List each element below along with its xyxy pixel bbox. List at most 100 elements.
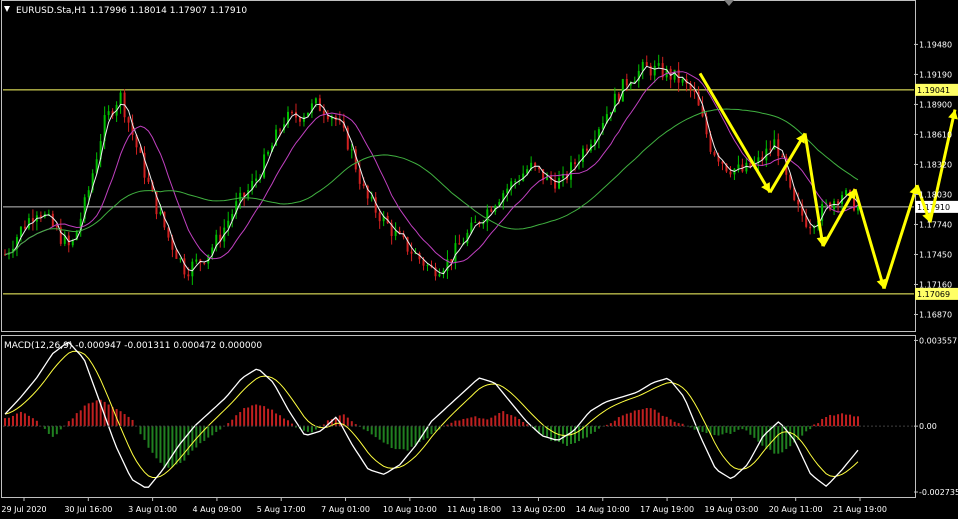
macd-signal-line (4, 350, 859, 478)
candle-body (147, 177, 150, 182)
price-panel-frame (1, 0, 916, 332)
candle-body (55, 226, 58, 228)
candle-body (681, 79, 684, 83)
candle-body (31, 218, 34, 222)
candle-body (370, 197, 373, 199)
candle-body (127, 117, 130, 123)
candle-body (203, 262, 206, 264)
candle-body (302, 116, 305, 122)
candle-body (227, 220, 230, 228)
candle-body (458, 243, 461, 245)
time-tick-label: 17 Aug 19:00 (640, 505, 694, 514)
candle-body (426, 265, 429, 267)
candle-body (183, 258, 186, 275)
candle-body (454, 243, 457, 263)
candle-body (179, 258, 182, 260)
candle-body (290, 111, 293, 113)
candle-body (51, 213, 54, 227)
candle-body (781, 156, 784, 158)
candle-body (410, 251, 413, 254)
trading-chart[interactable]: 1.190411.179101.17069 1.194801.191901.18… (0, 0, 958, 519)
candle-body (39, 215, 42, 217)
candle-body (438, 274, 441, 277)
price-axis: 1.19480 1.19190 1.18900 1.18610 1.18320 1.180… (914, 40, 952, 319)
candle-body (394, 230, 397, 236)
candle-body (581, 148, 584, 162)
macd-tick-label: 0.003557 (919, 336, 957, 345)
candle-body (107, 111, 110, 116)
candle-body (645, 62, 648, 66)
price-tick-label: 1.16870 (919, 310, 952, 319)
candle-body (239, 192, 242, 202)
price-panel[interactable]: 1.190411.179101.17069 1.194801.191901.18… (1, 0, 958, 332)
price-tick-label: 1.19480 (919, 40, 952, 49)
candle-body (195, 259, 198, 262)
macd-header: MACD(12,26,9) -0.000947 -0.001311 0.0004… (4, 341, 262, 351)
candle-body (314, 98, 317, 104)
candle-body (653, 65, 656, 76)
candle-body (585, 148, 588, 151)
ma-fast-line (4, 65, 859, 275)
candle-body (267, 151, 270, 155)
arrow-segment (882, 184, 919, 290)
price-tick-label: 1.18900 (919, 100, 952, 109)
time-tick-label: 20 Aug 11:00 (769, 505, 823, 514)
candle-body (490, 209, 493, 212)
candle-body (175, 249, 178, 259)
candle-body (350, 149, 353, 151)
time-tick-label: 14 Aug 10:00 (576, 505, 630, 514)
macd-tick-label: 0.00 (919, 422, 937, 431)
moving-averages (4, 65, 859, 275)
candle-body (474, 222, 477, 224)
candle-body (191, 261, 194, 277)
price-tick-label: 1.18320 (919, 160, 952, 169)
candle-body (119, 92, 122, 105)
candle-body (769, 148, 772, 150)
candle-body (673, 69, 676, 80)
time-tick-label: 7 Aug 01:00 (321, 505, 370, 514)
candle-body (797, 200, 800, 205)
price-label: 1.19041 (917, 86, 950, 95)
candle-body (514, 181, 517, 183)
price-tick-label: 1.17740 (919, 220, 952, 229)
arrow-head-icon (948, 109, 958, 120)
macd-lines (4, 341, 859, 488)
time-tick-label: 3 Aug 01:00 (128, 505, 177, 514)
candle-body (486, 209, 489, 223)
candle-body (809, 226, 812, 229)
main-header: EURUSD.Sta,H1 1.17996 1.18014 1.17907 1.… (16, 6, 247, 16)
candle-body (279, 129, 282, 131)
macd-panel[interactable]: 0.003557 0.00 -0.002735 MACD(12,26,9) -0.0… (1, 335, 958, 498)
time-tick-label: 11 Aug 18:00 (447, 505, 501, 514)
scroll-marker-icon[interactable] (724, 0, 734, 6)
candle-body (657, 63, 660, 66)
macd-axis: 0.003557 0.00 -0.002735 (3, 336, 958, 497)
time-tick-label: 19 Aug 03:00 (704, 505, 758, 514)
candle-body (625, 79, 628, 86)
arrow-segment (853, 188, 886, 290)
candle-body (713, 151, 716, 156)
candle-body (159, 211, 162, 215)
candle-body (573, 162, 576, 165)
candle-body (378, 212, 381, 222)
macd-tick-label: -0.002735 (919, 488, 958, 497)
collapse-triangle-icon[interactable] (4, 6, 10, 12)
time-tick-label: 4 Aug 09:00 (192, 505, 241, 514)
macd-histogram (4, 399, 859, 469)
price-tick-label: 1.17450 (919, 250, 952, 259)
price-tick-label: 1.18610 (919, 130, 952, 139)
price-tick-label: 1.19190 (919, 70, 952, 79)
time-tick-label: 30 Jul 16:00 (64, 505, 112, 514)
arrow-segment (821, 188, 857, 247)
price-tick-label: 1.18030 (919, 190, 952, 199)
candle-body (621, 79, 624, 102)
time-tick-label: 13 Aug 02:00 (511, 505, 565, 514)
candle-body (187, 274, 190, 277)
time-tick-label: 10 Aug 10:00 (383, 505, 437, 514)
candle-body (87, 190, 90, 198)
candle-body (737, 164, 740, 169)
candle-body (641, 62, 644, 71)
candle-body (23, 226, 26, 229)
candle-body (255, 178, 258, 182)
candle-body (729, 171, 732, 175)
